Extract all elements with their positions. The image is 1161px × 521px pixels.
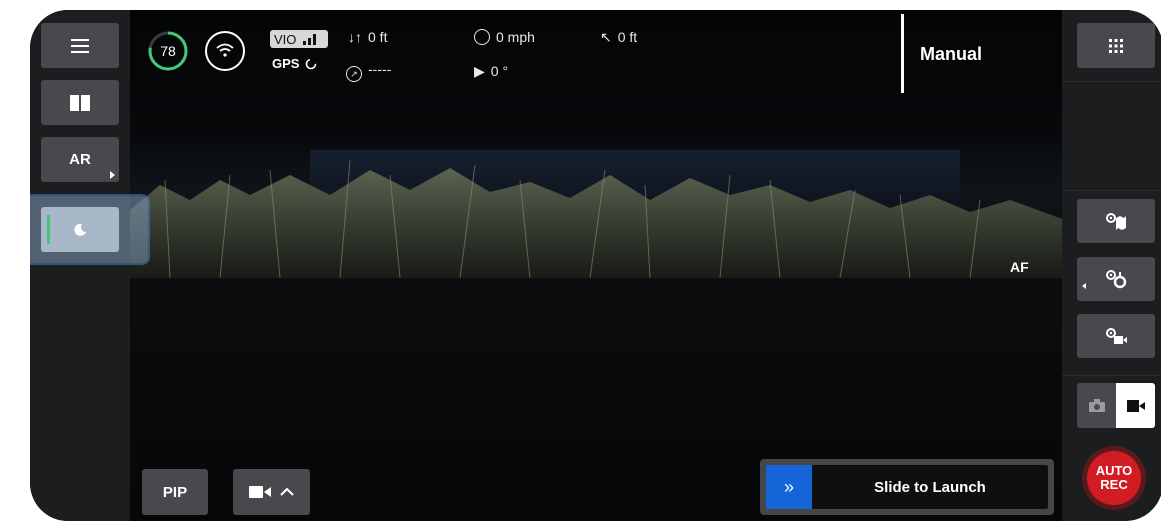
vio-label: VIO xyxy=(274,31,297,47)
auto-record-button[interactable]: AUTO REC xyxy=(1082,446,1146,510)
camera-source-button[interactable] xyxy=(233,469,310,515)
video-mode-icon xyxy=(1126,399,1145,412)
chevron-up-icon xyxy=(279,487,294,496)
camera-tilt-readout: ▶ 0 ° xyxy=(474,63,508,80)
gps-label: GPS xyxy=(272,56,300,71)
pip-label: PIP xyxy=(162,483,188,501)
split-view-button[interactable] xyxy=(41,80,119,125)
altitude-arrows-icon: ↓↑ xyxy=(348,29,362,45)
split-view-icon xyxy=(70,94,90,111)
pip-button[interactable]: PIP xyxy=(142,469,208,515)
altitude-readout: ↓↑ 0 ft xyxy=(348,29,387,45)
moon-icon xyxy=(74,223,86,236)
vio-badge: VIO xyxy=(270,30,328,48)
gps-status: GPS xyxy=(272,56,317,71)
speedometer-icon xyxy=(474,29,490,45)
slide-to-launch[interactable]: » Slide to Launch xyxy=(760,459,1054,515)
distance-value: 0 ft xyxy=(617,29,638,45)
right-toolbar: AUTO REC xyxy=(1062,10,1161,521)
wifi-indicator[interactable] xyxy=(204,30,246,72)
gimbal-camera-icon: ▶ xyxy=(474,63,485,79)
signal-bars-icon xyxy=(303,34,317,45)
compass-icon: ↗ xyxy=(346,66,362,82)
slide-label: Slide to Launch xyxy=(874,478,986,496)
autofocus-label[interactable]: AF xyxy=(1010,259,1029,275)
capture-mode-toggle[interactable] xyxy=(1077,383,1155,428)
video-mode-option[interactable] xyxy=(1116,383,1155,428)
active-indicator xyxy=(47,215,50,244)
camera-tilt-value: 0 ° xyxy=(490,63,509,79)
slide-handle[interactable]: » xyxy=(766,465,812,509)
photo-mode-icon xyxy=(1088,399,1105,412)
flight-mode-label[interactable]: Manual xyxy=(920,44,982,65)
app-window: 78 VIO GPS ↓↑ 0 ft ↗ ----- 0 mph ▶ 0 ° ↖… xyxy=(30,10,1161,521)
ar-button[interactable]: AR xyxy=(41,137,119,182)
loading-spinner-icon xyxy=(306,58,317,69)
speed-value: 0 mph xyxy=(496,29,535,45)
rec-label-line1: AUTO xyxy=(1095,463,1133,478)
rec-label-line2: REC xyxy=(1100,477,1128,492)
battery-percent: 78 xyxy=(160,43,176,59)
grid-menu-icon xyxy=(1109,38,1123,53)
camera-feed[interactable]: 78 VIO GPS ↓↑ 0 ft ↗ ----- 0 mph ▶ 0 ° ↖… xyxy=(130,10,1062,521)
map-settings-button[interactable] xyxy=(1077,199,1155,243)
caret-left-icon xyxy=(1082,283,1086,289)
speed-readout: 0 mph xyxy=(474,29,535,45)
heading-value: ----- xyxy=(368,61,392,77)
battery-indicator[interactable]: 78 xyxy=(147,30,189,72)
heading-readout: ↗ ----- xyxy=(346,61,391,82)
wifi-icon xyxy=(205,31,245,71)
mode-divider xyxy=(901,14,904,93)
camera-settings-icon xyxy=(1106,328,1127,344)
photo-mode-option[interactable] xyxy=(1077,383,1116,428)
flight-settings-icon xyxy=(1106,270,1127,289)
left-toolbar: AR xyxy=(30,10,150,521)
altitude-value: 0 ft xyxy=(368,29,388,45)
distance-readout: ↖ 0 ft xyxy=(600,29,637,46)
hamburger-menu-icon xyxy=(71,38,89,53)
ar-label: AR xyxy=(69,151,91,168)
double-arrow-right-icon: » xyxy=(783,476,794,497)
night-mode-button[interactable] xyxy=(41,207,119,252)
camera-settings-button[interactable] xyxy=(1077,314,1155,358)
caret-right-icon xyxy=(110,171,115,179)
distance-person-icon: ↖ xyxy=(600,29,612,45)
flight-settings-button[interactable] xyxy=(1077,257,1155,301)
video-camera-icon xyxy=(248,486,271,498)
menu-button[interactable] xyxy=(41,23,119,68)
grid-menu-button[interactable] xyxy=(1077,23,1155,68)
map-settings-icon xyxy=(1106,213,1126,230)
record-inner: AUTO REC xyxy=(1087,451,1141,505)
grass-field xyxy=(130,150,1062,278)
